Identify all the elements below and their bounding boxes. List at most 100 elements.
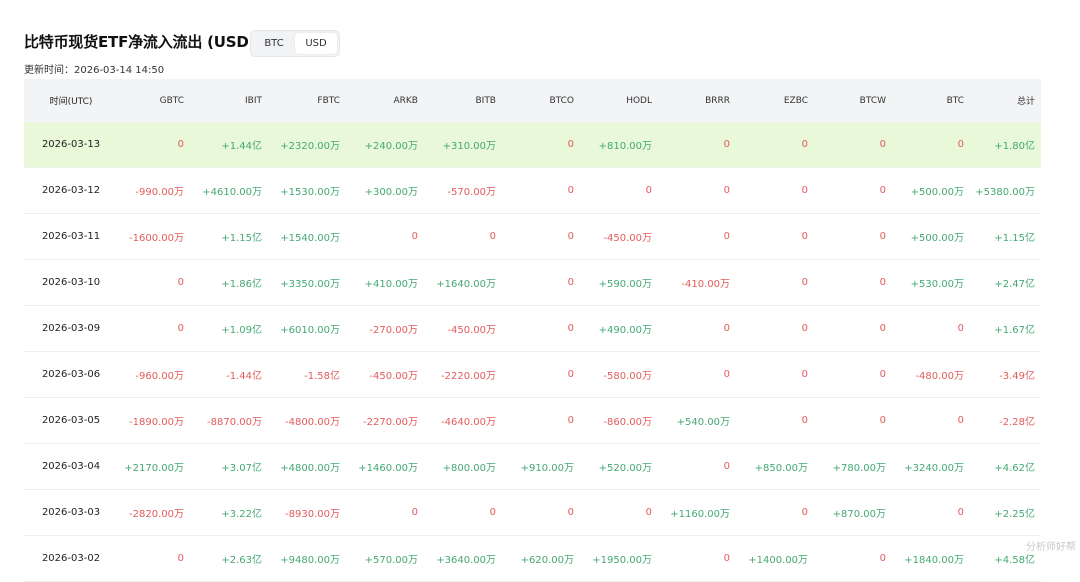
column-header: BITB [475,95,496,106]
flow-cell: 0 [879,277,886,288]
toggle-usd-button[interactable]: USD [295,33,337,54]
flow-cell: +3350.00万 [280,279,340,290]
flow-cell: 0 [489,507,496,518]
flow-cell: -450.00万 [447,325,496,336]
flow-cell: 0 [723,139,730,150]
flow-cell: +500.00万 [910,233,964,244]
flow-cell: 0 [723,461,730,472]
flow-cell: +590.00万 [598,279,652,290]
flow-cell: +570.00万 [364,555,418,566]
table-row: 2026-03-11 -1600.00万 +1.15亿 +1540.00万 0 0 0 -45… [24,214,1041,260]
column-header: IBIT [245,95,262,106]
column-header: FBTC [317,95,340,106]
toggle-btc-button[interactable]: BTC [253,33,295,54]
flow-cell: 0 [411,507,418,518]
flow-cell: +3640.00万 [436,555,496,566]
flow-cell: +1160.00万 [670,509,730,520]
flow-cell: +6010.00万 [280,325,340,336]
flow-cell: +2320.00万 [280,141,340,152]
flow-cell: +4.62亿 [994,463,1035,474]
date-cell: 2026-03-11 [41,231,101,242]
flow-cell: 0 [567,507,574,518]
flow-cell: +1460.00万 [358,463,418,474]
column-header: 时间(UTC) [49,97,93,107]
flow-cell: +3.07亿 [221,463,262,474]
table-row: 2026-03-06 -960.00万 -1.44亿 -1.58亿 -450.00万 -2… [24,352,1041,398]
flow-cell: -1.44亿 [226,371,262,382]
table-row: 2026-03-09 0 +1.09亿 +6010.00万 -270.00万 -450.0… [24,306,1041,352]
flow-cell: -990.00万 [135,187,184,198]
flow-cell: 0 [567,139,574,150]
flow-cell: 0 [879,139,886,150]
flow-cell: 0 [177,323,184,334]
flow-cell: +1.15亿 [221,233,262,244]
flow-cell: +520.00万 [598,463,652,474]
table-body: 2026-03-13 0 +1.44亿 +2320.00万 +240.00万 +310.0… [24,122,1041,582]
flow-cell: +1540.00万 [280,233,340,244]
table-row: 2026-03-12 -990.00万 +4610.00万 +1530.00万 +300… [24,168,1041,214]
flow-cell: +2.25亿 [994,509,1035,520]
flow-cell: +1.15亿 [994,233,1035,244]
flow-cell: +310.00万 [442,141,496,152]
flow-cell: +870.00万 [832,509,886,520]
flow-cell: +4.58亿 [994,555,1035,566]
flow-cell: +2170.00万 [124,463,184,474]
flow-cell: +1.44亿 [221,141,262,152]
column-header: BTCW [859,95,886,106]
flow-cell: 0 [957,139,964,150]
column-header: EZBC [783,95,808,106]
flow-cell: -960.00万 [135,371,184,382]
flow-cell: -270.00万 [369,325,418,336]
etf-flow-table: 时间(UTC) GBTC IBIT FBTC ARKB BITB BTCO HODL BRRR E… [24,79,1041,582]
flow-cell: +410.00万 [364,279,418,290]
date-cell: 2026-03-09 [41,323,101,334]
flow-cell: -2820.00万 [129,509,184,520]
flow-cell: 0 [177,139,184,150]
date-cell: 2026-03-10 [41,277,101,288]
flow-cell: 0 [723,185,730,196]
flow-cell: 0 [567,369,574,380]
flow-cell: 0 [567,323,574,334]
flow-cell: 0 [957,415,964,426]
flow-cell: 0 [801,231,808,242]
date-cell: 2026-03-02 [41,553,101,564]
flow-cell: +850.00万 [754,463,808,474]
flow-cell: 0 [177,553,184,564]
flow-cell: +500.00万 [910,187,964,198]
flow-cell: 0 [177,277,184,288]
column-header: HODL [626,95,652,106]
flow-cell: 0 [723,323,730,334]
flow-cell: 0 [645,507,652,518]
flow-cell: 0 [801,369,808,380]
date-cell: 2026-03-06 [41,369,101,380]
flow-cell: 0 [567,231,574,242]
flow-cell: +240.00万 [364,141,418,152]
flow-cell: -570.00万 [447,187,496,198]
flow-cell: 0 [801,323,808,334]
flow-cell: 0 [957,323,964,334]
flow-cell: 0 [723,231,730,242]
column-header: 总计 [1016,97,1035,107]
flow-cell: 0 [801,415,808,426]
flow-cell: -3.49亿 [999,371,1035,382]
flow-cell: +2.63亿 [221,555,262,566]
flow-cell: +300.00万 [364,187,418,198]
flow-cell: -1600.00万 [129,233,184,244]
flow-cell: +5380.00万 [975,187,1035,198]
flow-cell: +1530.00万 [280,187,340,198]
flow-cell: +3.22亿 [221,509,262,520]
flow-cell: -580.00万 [603,371,652,382]
column-header: BRRR [705,95,730,106]
column-header: BTC [946,95,964,106]
flow-cell: -4640.00万 [441,417,496,428]
flow-cell: -860.00万 [603,417,652,428]
flow-cell: +9480.00万 [280,555,340,566]
flow-cell: 0 [879,553,886,564]
flow-cell: -1890.00万 [129,417,184,428]
flow-cell: +2.47亿 [994,279,1035,290]
flow-cell: +1.67亿 [994,325,1035,336]
column-header: ARKB [393,95,419,106]
flow-cell: -450.00万 [603,233,652,244]
date-cell: 2026-03-04 [41,461,101,472]
flow-cell: 0 [567,277,574,288]
